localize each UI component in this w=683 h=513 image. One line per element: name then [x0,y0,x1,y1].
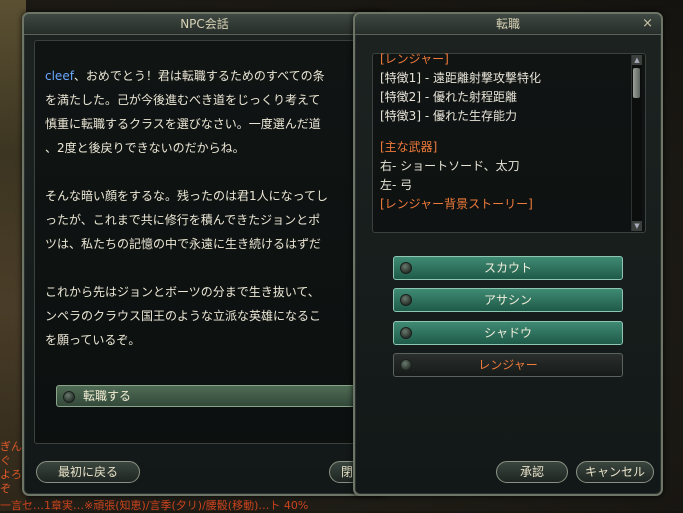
class-info-text: [レンジャー] [特徴1] - 遠距離射撃攻撃特化 [特徴2] - 優れた射程距… [380,50,635,228]
dialog-line: ンペラのクラウス国王のような立派な英雄になるこ [45,309,322,323]
radio-indicator-icon [400,262,412,274]
radio-indicator-icon [400,359,412,371]
radio-indicator-icon [400,294,412,306]
class-button-ranger-selected[interactable]: レンジャー [393,353,623,377]
job-change-window: 転職 × [レンジャー] [特徴1] - 遠距離射撃攻撃特化 [特徴2] - 優… [353,12,663,496]
class-button-label: スカウト [483,261,532,275]
radio-indicator-icon [400,327,412,339]
weapon-line: 右- ショートソード、太刀 [380,159,520,173]
option-bullet-icon [63,391,75,403]
class-button-scout[interactable]: スカウト [393,256,623,280]
npc-dialog-window: NPC会話 cleef、おめでとう！君は転職するためのすべての条 を満たした。己… [22,12,389,496]
back-to-start-button[interactable]: 最初に戻る [36,461,140,483]
trait-line: [特徴3] - 優れた生存能力 [380,109,517,123]
dialog-text: cleef、おめでとう！君は転職するためのすべての条 を満たした。己が今後進むべ… [45,64,365,374]
cancel-button[interactable]: キャンセル [576,461,654,483]
job-window-title: 転職 × [355,14,661,35]
dialog-line: これから先はジョンとボーツの分まで生き抜いて、 [45,285,320,299]
info-scrollbar[interactable]: ▲ ▼ [631,55,642,231]
weapon-line: 左- 弓 [380,178,413,192]
dialog-line: そんな暗い顔をするな。残ったのは君1人になってし [45,189,329,203]
confirm-button[interactable]: 承認 [496,461,568,483]
class-button-label: アサシン [483,293,532,307]
trait-line: [特徴2] - 優れた射程距離 [380,90,517,104]
dialog-line: ツは、私たちの記憶の中で永遠に生き続けるはずだ [45,237,321,251]
dialog-line: を満たした。己が今後進むべき道をじっくり考えて [45,93,321,107]
dialog-line: ったが、これまで共に修行を積んできたジョンとポ [45,213,321,227]
trait-line: [特徴1] - 遠距離射撃攻撃特化 [380,71,541,85]
npc-window-title: NPC会話 [24,14,385,35]
class-button-assassin[interactable]: アサシン [393,288,623,312]
job-window-title-text: 転職 [495,17,520,31]
close-icon[interactable]: × [642,14,653,34]
weapons-header: [主な武器] [380,140,438,154]
scroll-thumb[interactable] [633,68,640,98]
dialog-line: 、おめでとう！君は転職するためのすべての条 [73,69,325,83]
class-header: [レンジャー] [380,52,449,66]
dialog-line: を願っているぞ。 [45,333,141,347]
dialog-line: 慎重に転職するクラスを選びなさい。一度選んだ道 [45,117,321,131]
npc-name: cleef [45,69,74,83]
dialog-line: 、2度と後戻りできないのだからね。 [45,141,245,155]
dialog-paragraph-2: そんな暗い顔をするな。残ったのは君1人になってし ったが、これまで共に修行を積ん… [45,184,365,256]
class-button-shadow[interactable]: シャドウ [393,321,623,345]
class-button-label: レンジャー [478,358,538,372]
scroll-up-icon[interactable]: ▲ [632,55,642,65]
option-label: 転職する [83,389,132,403]
story-header: [レンジャー背景ストーリー] [380,197,533,211]
job-change-option[interactable]: 転職する [56,385,366,407]
scroll-down-icon[interactable]: ▼ [632,221,642,231]
dialog-paragraph-1: cleef、おめでとう！君は転職するためのすべての条 を満たした。己が今後進むべ… [45,64,365,160]
class-button-label: シャドウ [483,326,532,340]
dialog-paragraph-3: これから先はジョンとボーツの分まで生き抜いて、 ンペラのクラウス国王のような立派… [45,280,365,352]
